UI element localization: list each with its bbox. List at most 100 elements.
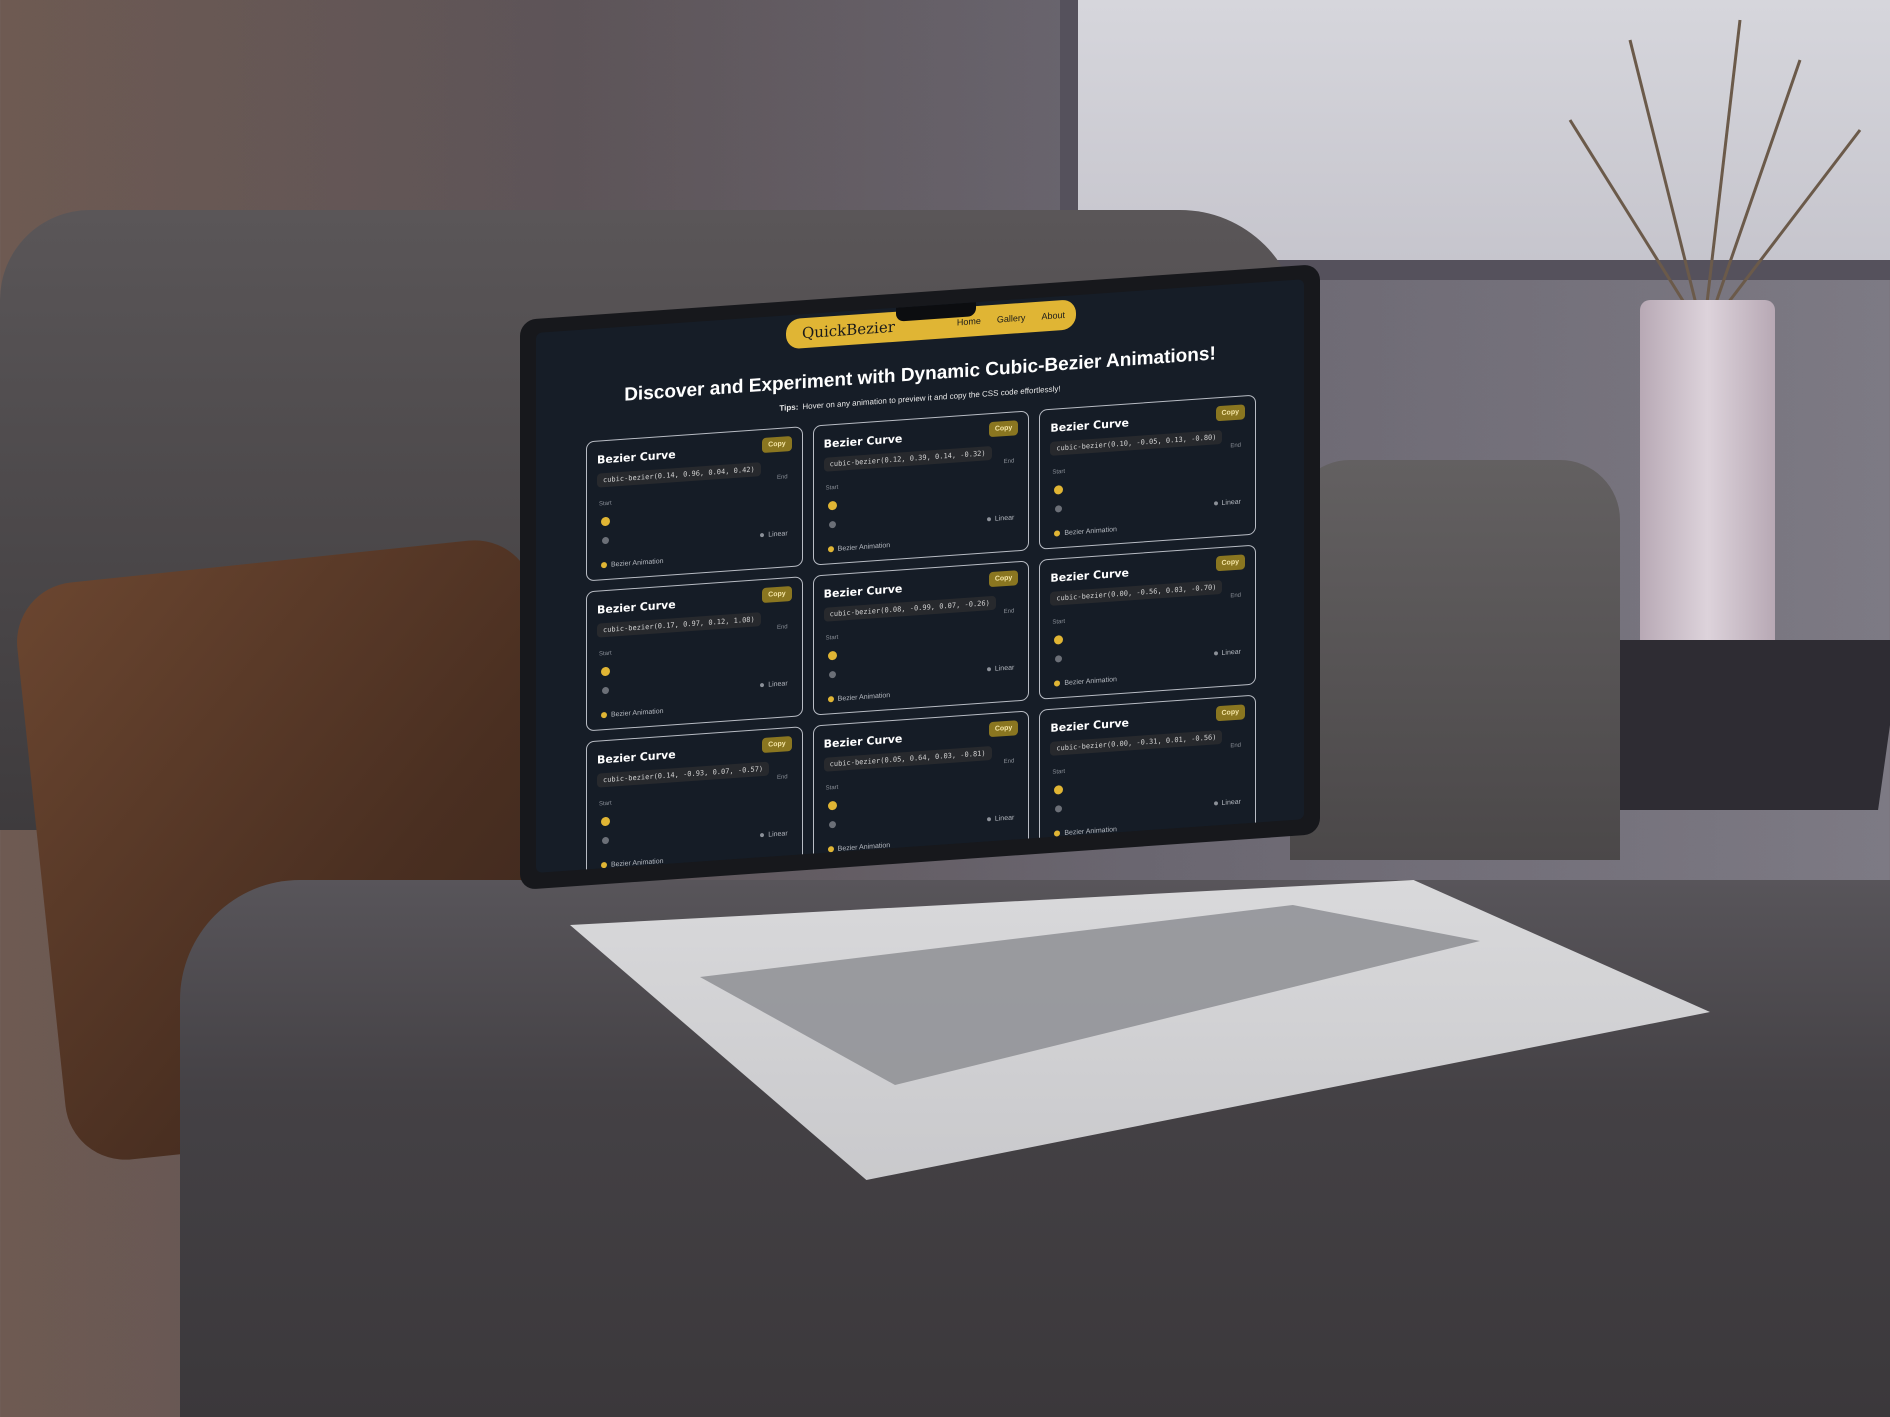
bezier-dot — [827, 650, 837, 661]
end-label: End — [1230, 592, 1241, 600]
copy-button[interactable]: Copy — [762, 586, 792, 604]
card-title: Bezier Curve — [823, 432, 903, 451]
card-title: Bezier Curve — [597, 598, 676, 617]
start-label: Start — [1052, 468, 1065, 476]
curve-card[interactable]: Bezier Curve Copy cubic-bezier(0.12, 0.3… — [812, 410, 1030, 566]
curve-card[interactable]: Bezier Curve Copy cubic-bezier(0.14, 0.9… — [586, 426, 803, 582]
tips-label: Tips: — [779, 402, 799, 413]
nav-link-about[interactable]: About — [1041, 310, 1065, 322]
bezier-code: cubic-bezier(0.00, -0.56, 0.03, -0.70) — [1050, 579, 1223, 606]
linear-dot — [1055, 655, 1063, 663]
start-label: Start — [599, 500, 612, 508]
curve-card[interactable]: Bezier Curve Copy cubic-bezier(0.17, 0.9… — [586, 576, 803, 732]
bezier-legend: Bezier Animation — [828, 692, 891, 703]
copy-button[interactable]: Copy — [1215, 404, 1245, 422]
bezier-dot — [601, 666, 610, 677]
start-label: Start — [825, 784, 839, 792]
linear-dot — [602, 836, 609, 845]
linear-legend: Linear — [1214, 799, 1241, 808]
bezier-dot — [1054, 785, 1064, 795]
plant-stems — [1568, 19, 1862, 320]
card-title: Bezier Curve — [823, 582, 903, 601]
brand-logo[interactable]: QuickBezier — [802, 318, 895, 342]
linear-legend: Linear — [987, 814, 1014, 823]
bezier-legend: Bezier Animation — [601, 708, 664, 719]
linear-dot — [828, 670, 836, 679]
start-label: Start — [599, 800, 612, 808]
card-title: Bezier Curve — [597, 748, 676, 767]
copy-button[interactable]: Copy — [762, 436, 792, 454]
bezier-legend: Bezier Animation — [1054, 826, 1117, 837]
copy-button[interactable]: Copy — [988, 570, 1019, 588]
linear-legend: Linear — [1214, 649, 1241, 658]
end-label: End — [1230, 442, 1241, 450]
card-title: Bezier Curve — [1050, 716, 1130, 735]
side-table — [1588, 640, 1890, 810]
start-label: Start — [599, 650, 612, 658]
linear-dot — [602, 686, 609, 695]
linear-legend: Linear — [1214, 499, 1241, 508]
copy-button[interactable]: Copy — [988, 420, 1019, 438]
linear-dot — [602, 536, 609, 545]
bezier-legend: Bezier Animation — [601, 858, 664, 869]
bezier-code: cubic-bezier(0.10, -0.05, 0.13, -0.80) — [1050, 429, 1223, 456]
linear-dot — [1055, 505, 1063, 513]
bezier-legend: Bezier Animation — [828, 842, 891, 853]
copy-button[interactable]: Copy — [762, 736, 792, 754]
bezier-code: cubic-bezier(0.12, 0.39, 0.14, -0.32) — [823, 446, 992, 472]
start-label: Start — [825, 484, 839, 492]
bezier-legend: Bezier Animation — [1054, 526, 1117, 537]
end-label: End — [776, 624, 788, 632]
card-title: Bezier Curve — [1050, 416, 1130, 435]
laptop-lid: QuickBezier Home Gallery About Discover … — [520, 264, 1320, 890]
bezier-code: cubic-bezier(0.14, 0.96, 0.04, 0.42) — [597, 462, 761, 488]
bezier-dot — [601, 516, 610, 527]
end-label: End — [1003, 608, 1015, 616]
curve-card[interactable]: Bezier Curve Copy cubic-bezier(0.00, -0.… — [1039, 544, 1256, 700]
bezier-dot — [827, 500, 837, 511]
curve-card[interactable]: Bezier Curve Copy cubic-bezier(0.00, -0.… — [1039, 694, 1256, 850]
copy-button[interactable]: Copy — [988, 720, 1019, 738]
bezier-dot — [1054, 485, 1064, 495]
bezier-code: cubic-bezier(0.08, -0.99, 0.07, -0.26) — [823, 595, 996, 622]
copy-button[interactable]: Copy — [1215, 704, 1245, 722]
linear-legend: Linear — [987, 664, 1014, 673]
bezier-legend: Bezier Animation — [828, 542, 891, 553]
end-label: End — [1230, 742, 1241, 750]
laptop-screen: QuickBezier Home Gallery About Discover … — [536, 279, 1304, 873]
curve-grid: Bezier Curve Copy cubic-bezier(0.14, 0.9… — [586, 394, 1256, 873]
bezier-dot — [601, 816, 610, 827]
sofa-armrest — [1290, 460, 1620, 860]
card-title: Bezier Curve — [597, 448, 676, 467]
bezier-legend: Bezier Animation — [1054, 676, 1117, 687]
start-label: Start — [1052, 618, 1065, 626]
nav-link-gallery[interactable]: Gallery — [997, 313, 1026, 325]
nav-link-home[interactable]: Home — [957, 316, 981, 328]
linear-legend: Linear — [760, 830, 787, 839]
linear-legend: Linear — [760, 530, 787, 539]
end-label: End — [776, 774, 788, 782]
linear-legend: Linear — [987, 514, 1014, 523]
linear-dot — [828, 520, 836, 529]
bezier-code: cubic-bezier(0.05, 0.64, 0.03, -0.81) — [823, 746, 992, 772]
linear-legend: Linear — [760, 680, 787, 689]
end-label: End — [1003, 458, 1015, 466]
linear-dot — [1055, 805, 1063, 813]
linear-dot — [828, 820, 836, 829]
bezier-code: cubic-bezier(0.14, -0.93, 0.07, -0.57) — [597, 761, 770, 788]
end-label: End — [1003, 758, 1015, 766]
curve-card[interactable]: Bezier Curve Copy cubic-bezier(0.10, -0.… — [1039, 394, 1256, 550]
copy-button[interactable]: Copy — [1215, 554, 1245, 572]
bezier-code: cubic-bezier(0.00, -0.31, 0.01, -0.56) — [1050, 729, 1223, 756]
curve-card[interactable]: Bezier Curve Copy cubic-bezier(0.08, -0.… — [812, 560, 1030, 716]
curve-card[interactable]: Bezier Curve Copy cubic-bezier(0.05, 0.6… — [812, 710, 1030, 866]
card-title: Bezier Curve — [1050, 566, 1130, 585]
bezier-code: cubic-bezier(0.17, 0.97, 0.12, 1.08) — [597, 612, 761, 638]
card-title: Bezier Curve — [823, 732, 903, 751]
end-label: End — [776, 474, 788, 482]
start-label: Start — [1052, 768, 1065, 776]
bezier-dot — [1054, 635, 1064, 645]
bezier-legend: Bezier Animation — [601, 558, 664, 569]
curve-card[interactable]: Bezier Curve Copy cubic-bezier(0.14, -0.… — [586, 726, 803, 873]
bezier-dot — [827, 800, 837, 811]
